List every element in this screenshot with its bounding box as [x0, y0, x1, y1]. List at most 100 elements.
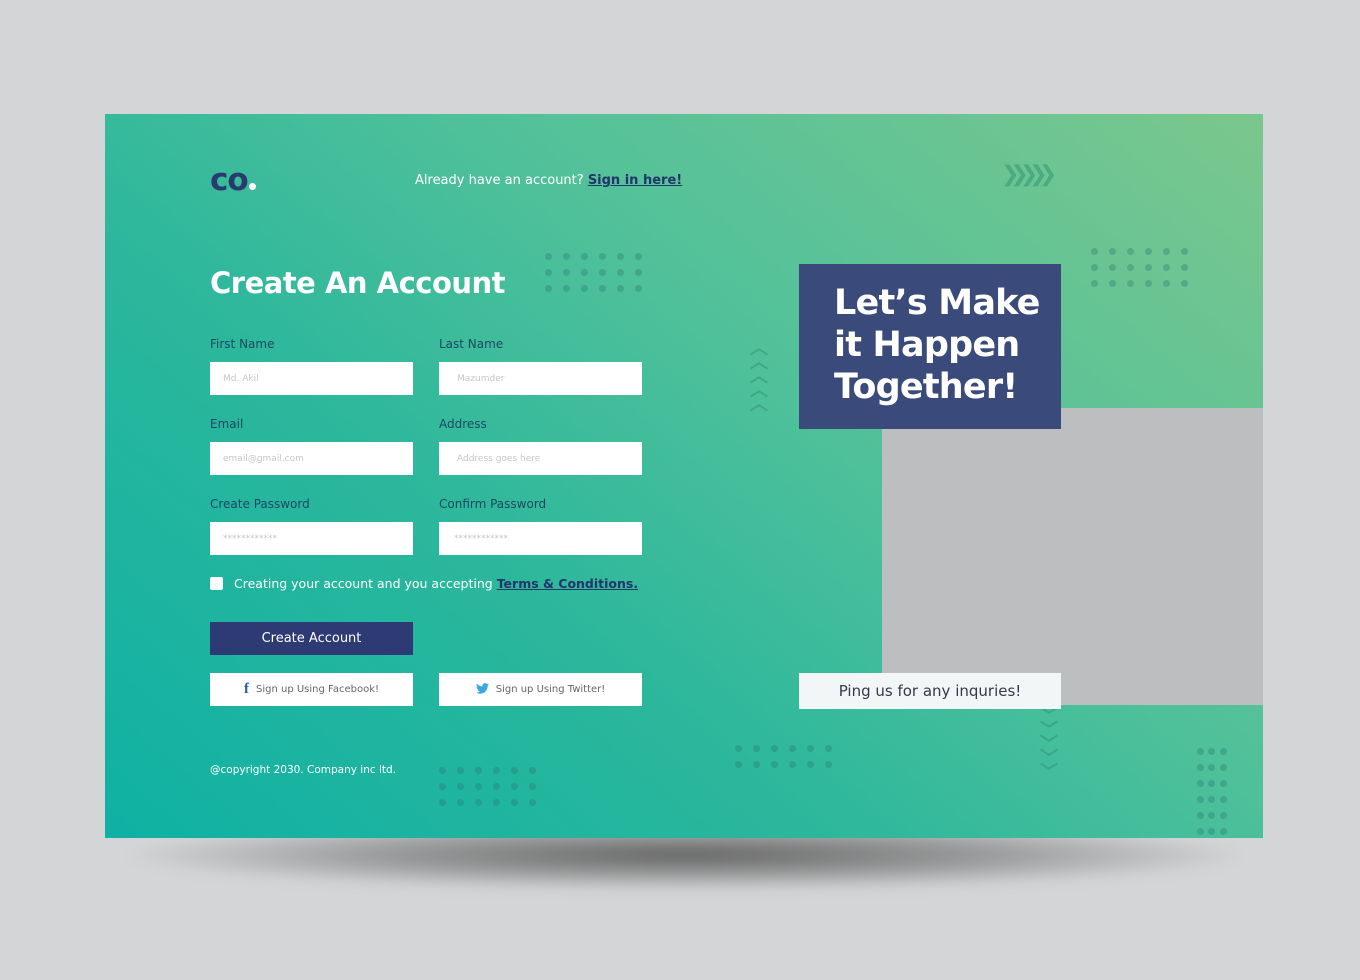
- chevron-down-pattern-icon: ﹀ ﹀ ﹀ ﹀ ﹀: [1040, 706, 1058, 783]
- ping-banner[interactable]: Ping us for any inquries!: [799, 673, 1061, 709]
- dot-pattern: [729, 740, 837, 772]
- pattern-dot: [562, 252, 570, 260]
- pattern-dot: [1208, 811, 1215, 819]
- pattern-dot: [788, 744, 796, 752]
- pattern-dot: [1196, 779, 1204, 787]
- pattern-dot: [1219, 811, 1227, 819]
- pattern-dot: [598, 284, 606, 292]
- email-label: Email: [210, 417, 244, 431]
- terms-link[interactable]: Terms & Conditions.: [497, 576, 638, 591]
- email-input[interactable]: [210, 442, 413, 475]
- pattern-dot: [1162, 279, 1170, 287]
- pattern-dot: [634, 284, 642, 292]
- confirm-password-input[interactable]: [439, 522, 642, 555]
- signin-prompt: Already have an account? Sign in here!: [415, 173, 682, 188]
- pattern-dot: [474, 782, 482, 790]
- confirm-password-label: Confirm Password: [439, 497, 547, 511]
- pattern-dot: [1219, 827, 1227, 835]
- pattern-dot: [1196, 795, 1204, 803]
- pattern-dot: [580, 284, 588, 292]
- twitter-signup-button[interactable]: Sign up Using Twitter!: [439, 673, 642, 706]
- hero-headline: Let’s Make it Happen Together!: [834, 283, 1040, 407]
- pattern-dot: [474, 798, 482, 806]
- pattern-dot: [492, 782, 500, 790]
- facebook-signup-label: Sign up Using Facebook!: [255, 684, 380, 695]
- facebook-icon: f: [243, 681, 249, 697]
- pattern-dot: [1108, 263, 1116, 271]
- pattern-dot: [1219, 763, 1227, 771]
- facebook-signup-button[interactable]: f Sign up Using Facebook!: [210, 673, 413, 706]
- pattern-dot: [824, 744, 832, 752]
- pattern-dot: [544, 252, 552, 260]
- pattern-dot: [438, 782, 446, 790]
- copyright: @copyright 2030. Company inc ltd.: [210, 764, 396, 776]
- twitter-icon: [475, 682, 489, 697]
- pattern-dot: [562, 284, 570, 292]
- logo-text: co: [210, 162, 249, 198]
- pattern-dot: [1196, 827, 1204, 835]
- pattern-dot: [1208, 795, 1215, 803]
- first-name-label: First Name: [210, 337, 275, 351]
- signup-card: ❯❯❯❯❯ ︿ ︿ ︿ ︿ ︿ ﹀ ﹀ ﹀ ﹀ ﹀ co Already have an acc…: [105, 114, 1263, 838]
- address-input[interactable]: [439, 442, 642, 475]
- pattern-dot: [806, 744, 814, 752]
- signin-prompt-text: Already have an account?: [415, 173, 584, 188]
- pattern-dot: [1208, 747, 1215, 755]
- pattern-dot: [438, 798, 446, 806]
- pattern-dot: [1090, 247, 1098, 255]
- pattern-dot: [1219, 779, 1227, 787]
- dot-pattern: [1085, 243, 1193, 291]
- pattern-dot: [1162, 263, 1170, 271]
- dot-pattern: [539, 248, 647, 296]
- pattern-dot: [616, 284, 624, 292]
- pattern-dot: [438, 766, 446, 774]
- pattern-dot: [752, 760, 760, 768]
- pattern-dot: [634, 268, 642, 276]
- pattern-dot: [580, 268, 588, 276]
- pattern-dot: [634, 252, 642, 260]
- pattern-dot: [510, 766, 518, 774]
- last-name-label: Last Name: [439, 337, 504, 351]
- pattern-dot: [598, 252, 606, 260]
- pattern-dot: [734, 744, 742, 752]
- dot-pattern: [433, 762, 541, 810]
- pattern-dot: [456, 766, 464, 774]
- logo[interactable]: co: [210, 162, 256, 198]
- chevron-up-pattern-icon: ︿ ︿ ︿ ︿ ︿: [750, 338, 768, 415]
- pattern-dot: [598, 268, 606, 276]
- last-name-input[interactable]: [439, 362, 642, 395]
- pattern-dot: [510, 798, 518, 806]
- pattern-dot: [474, 766, 482, 774]
- pattern-dot: [734, 760, 742, 768]
- pattern-dot: [788, 760, 796, 768]
- dot-pattern: [1191, 743, 1227, 838]
- pattern-dot: [1196, 763, 1204, 771]
- pattern-dot: [1162, 247, 1170, 255]
- page-title: Create An Account: [210, 266, 506, 300]
- pattern-dot: [456, 798, 464, 806]
- twitter-signup-label: Sign up Using Twitter!: [495, 684, 606, 695]
- pattern-dot: [492, 766, 500, 774]
- hero-box: Let’s Make it Happen Together!: [799, 264, 1061, 429]
- pattern-dot: [492, 798, 500, 806]
- signin-link[interactable]: Sign in here!: [588, 173, 682, 188]
- create-password-input[interactable]: [210, 522, 413, 555]
- pattern-dot: [1144, 263, 1152, 271]
- terms-checkbox[interactable]: [210, 577, 223, 590]
- pattern-dot: [770, 760, 778, 768]
- pattern-dot: [1208, 779, 1215, 787]
- pattern-dot: [1090, 263, 1098, 271]
- first-name-input[interactable]: [210, 362, 413, 395]
- pattern-dot: [1144, 279, 1152, 287]
- pattern-dot: [528, 766, 536, 774]
- pattern-dot: [1219, 795, 1227, 803]
- pattern-dot: [510, 782, 518, 790]
- pattern-dot: [528, 798, 536, 806]
- pattern-dot: [1126, 263, 1134, 271]
- pattern-dot: [1180, 279, 1188, 287]
- pattern-dot: [456, 782, 464, 790]
- pattern-dot: [1144, 247, 1152, 255]
- pattern-dot: [1180, 247, 1188, 255]
- terms-label: Creating your account and you accepting: [234, 576, 493, 591]
- create-account-button[interactable]: Create Account: [210, 622, 413, 655]
